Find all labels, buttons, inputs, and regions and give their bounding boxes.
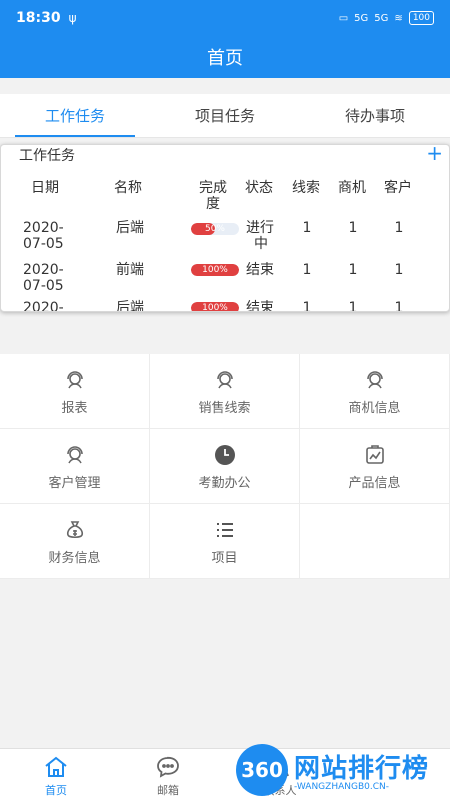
watermark-text: 网站排行榜 [294, 754, 430, 784]
nav-mailbox[interactable]: 邮箱 [138, 755, 198, 798]
row-status: 中 [254, 236, 268, 252]
nav-label: 邮箱 [157, 784, 179, 797]
col-customers: 客户 [384, 180, 412, 196]
app-header: 首页 [0, 36, 450, 78]
row-opportunities: 1 [348, 262, 358, 278]
home-icon [43, 755, 69, 782]
row-date: 2020- [23, 300, 64, 312]
menu-label: 报表 [61, 400, 88, 416]
status-bar: 18:30 ψ ▭ 5G 5G ≋ 100 [0, 0, 450, 36]
menu-label: 项目 [211, 550, 238, 566]
menu-customers[interactable]: 客户管理 [0, 429, 150, 504]
menu-attendance[interactable]: 考勤办公 [150, 429, 300, 504]
task-card: 工作任务 + 日期 名称 完成 度 状态 线索 商机 客户 2020- 07-0… [0, 144, 450, 312]
row-leads: 1 [302, 262, 312, 278]
clock-icon [212, 442, 238, 468]
row-date: 07-05 [23, 236, 64, 252]
chat-bubble-icon [155, 755, 181, 782]
money-bag-icon [62, 517, 88, 543]
headset-person-icon [62, 442, 88, 468]
menu-opportunities[interactable]: 商机信息 [300, 354, 450, 429]
row-customers: 1 [394, 262, 404, 278]
status-time: 18:30 [16, 10, 61, 26]
col-opportunities: 商机 [338, 180, 366, 196]
row-customers: 1 [394, 300, 404, 312]
page-title: 首页 [207, 48, 243, 69]
battery-icon: 100 [408, 11, 434, 25]
hd-icon: ▭ [338, 12, 349, 24]
headset-person-icon [212, 367, 238, 393]
menu-label: 产品信息 [348, 475, 401, 491]
watermark-badge: 360 [236, 744, 288, 796]
row-opportunities: 1 [348, 220, 358, 236]
menu-products[interactable]: 产品信息 [300, 429, 450, 504]
menu-label: 客户管理 [48, 475, 101, 491]
col-leads: 线索 [292, 180, 320, 196]
menu-empty [300, 504, 450, 579]
headset-person-icon [62, 367, 88, 393]
menu-projects[interactable]: 项目 [150, 504, 300, 579]
tab-todo[interactable]: 待办事项 [300, 94, 450, 137]
row-status: 结束 [246, 262, 274, 278]
chart-box-icon [362, 442, 388, 468]
tab-project-tasks[interactable]: 项目任务 [150, 94, 300, 137]
wifi-icon: ≋ [394, 12, 403, 24]
progress-bar: 100% [191, 264, 239, 276]
col-status: 状态 [245, 180, 273, 196]
add-icon[interactable]: + [426, 145, 443, 163]
col-date: 日期 [31, 180, 59, 196]
menu-sales-leads[interactable]: 销售线索 [150, 354, 300, 429]
menu-grid: 报表 销售线索 商机信息 客户管理 考勤办公 产品信息 财务信息 项目 [0, 354, 450, 579]
row-leads: 1 [302, 220, 312, 236]
row-date: 07-05 [23, 278, 64, 294]
watermark-subtext: -WANGZHANGB0.CN- [294, 782, 389, 792]
row-customers: 1 [394, 220, 404, 236]
tab-work-tasks[interactable]: 工作任务 [0, 94, 150, 137]
progress-label: 100% [202, 303, 228, 312]
list-icon [212, 517, 238, 543]
col-name: 名称 [114, 180, 142, 196]
status-right: ▭ 5G 5G ≋ 100 [339, 11, 434, 25]
nav-home[interactable]: 首页 [26, 755, 86, 798]
menu-label: 销售线索 [198, 400, 251, 416]
row-name: 后端 [116, 300, 144, 312]
row-name: 前端 [116, 262, 144, 278]
menu-label: 商机信息 [348, 400, 401, 416]
col-progress: 度 [206, 196, 220, 212]
notification-icon: ψ [68, 11, 77, 25]
card-title: 工作任务 [19, 148, 75, 164]
signal-icon: 5G [374, 12, 389, 24]
watermark-logo: 360 网站排行榜 -WANGZHANGB0.CN- [228, 742, 450, 800]
menu-label: 考勤办公 [198, 475, 251, 491]
headset-person-icon [362, 367, 388, 393]
nav-label: 首页 [45, 784, 67, 797]
tab-bar: 工作任务 项目任务 待办事项 [0, 94, 450, 138]
row-name: 后端 [116, 220, 144, 236]
menu-label: 财务信息 [48, 550, 101, 566]
progress-label: 100% [202, 265, 228, 275]
row-opportunities: 1 [348, 300, 358, 312]
progress-bar: 100% [191, 302, 239, 312]
progress-label: 50% [204, 224, 225, 234]
row-leads: 1 [302, 300, 312, 312]
menu-finance[interactable]: 财务信息 [0, 504, 150, 579]
row-status: 结束 [246, 300, 274, 312]
menu-report[interactable]: 报表 [0, 354, 150, 429]
signal-icon: 5G [354, 12, 369, 24]
progress-bar: 50% [191, 223, 239, 235]
